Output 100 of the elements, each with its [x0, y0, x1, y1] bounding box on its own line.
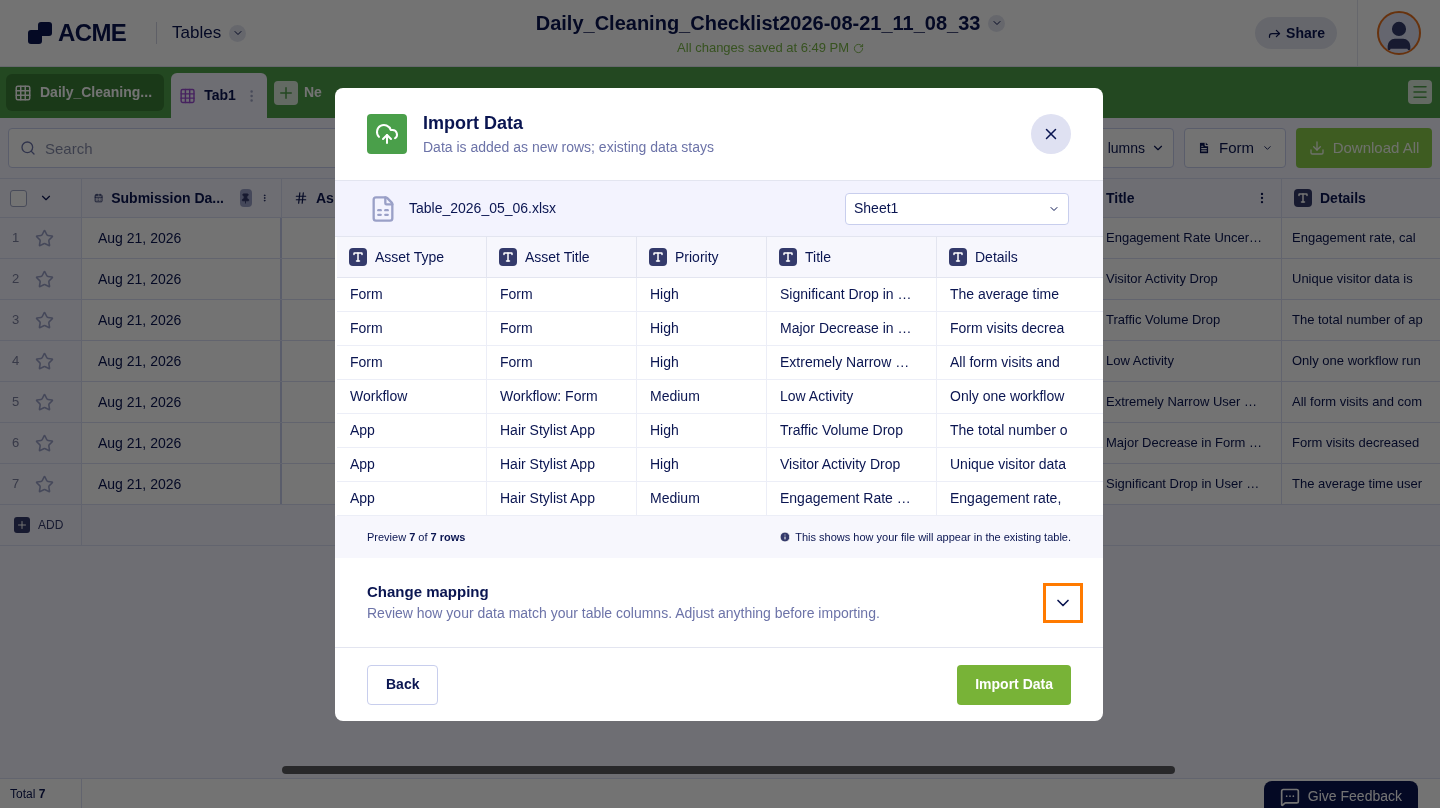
table-cell-text: Traffic Volume Drop	[780, 421, 903, 440]
text-type-icon	[649, 248, 667, 266]
star-icon[interactable]	[35, 269, 55, 289]
sheet-select[interactable]: Sheet1	[845, 192, 1069, 225]
column-header: Details	[937, 237, 1103, 277]
table-cell-text: Low Activity	[780, 387, 854, 406]
column-header[interactable]: Details	[1282, 179, 1440, 217]
save-status: All changes saved at 6:49 PM	[677, 39, 850, 58]
form-button[interactable]: Form	[1184, 128, 1286, 168]
table-cell-text: The average time	[950, 285, 1059, 304]
column-header[interactable]: Submission Da...	[82, 179, 282, 217]
grid-icon	[14, 83, 32, 102]
table-cell-text: Aug 21, 2026	[98, 351, 182, 371]
column-header: Title	[767, 237, 937, 277]
chevron-down-icon[interactable]	[988, 14, 1006, 32]
pin-icon[interactable]	[240, 189, 252, 207]
table-cell-text: Aug 21, 2026	[98, 392, 182, 412]
table-cell-text: High	[650, 319, 679, 338]
menu-icon[interactable]	[1408, 80, 1432, 104]
close-button[interactable]	[1031, 114, 1071, 154]
table-cell-text: Workflow: Form	[500, 387, 598, 406]
table-cell-text: Aug 21, 2026	[98, 269, 182, 289]
tab[interactable]: Tab1	[171, 73, 267, 118]
import-data-button[interactable]: Import Data	[957, 664, 1071, 705]
table-cell-text: Engagement Rate …	[780, 489, 911, 508]
table-cell-text: Hair Stylist App	[500, 489, 595, 508]
table-cell-text: Hair Stylist App	[500, 455, 595, 474]
star-icon[interactable]	[35, 228, 55, 248]
share-button[interactable]: Share	[1255, 17, 1337, 49]
table-cell-text: Extremely Narrow User …	[1106, 393, 1257, 412]
table-cell-text: App	[350, 489, 375, 508]
table-cell-text: Workflow	[350, 387, 408, 406]
section-title: Change mapping	[367, 581, 490, 602]
select-all-checkbox[interactable]	[10, 189, 27, 207]
table-cell-text: Major Decrease in …	[780, 319, 912, 338]
table-cell-text: Medium	[650, 489, 700, 508]
star-icon[interactable]	[35, 392, 55, 412]
table-cell-text: Visitor Activity Drop	[1106, 270, 1218, 289]
table-cell-text: Extremely Narrow …	[780, 353, 910, 372]
table-cell-text: Aug 21, 2026	[98, 310, 182, 330]
download-icon	[1308, 140, 1325, 156]
new-tab-label[interactable]: Ne	[304, 82, 322, 103]
table-cell-text: Hair Stylist App	[500, 421, 595, 440]
scrollbar[interactable]	[282, 766, 1175, 774]
logo-icon	[28, 20, 54, 46]
star-icon[interactable]	[35, 310, 55, 330]
text-type-icon	[349, 248, 367, 266]
tab[interactable]: Daily_Cleaning...	[6, 74, 164, 111]
table-cell-text: App	[350, 421, 375, 440]
app-menu[interactable]: Tables	[172, 20, 247, 46]
give-feedback-button[interactable]: Give Feedback	[1263, 780, 1418, 808]
info-note: This shows how your file will appear in the existing table.	[795, 529, 1071, 545]
cloud-upload-icon	[367, 114, 407, 154]
table-cell-text: All form visits and	[950, 353, 1060, 372]
avatar[interactable]	[1377, 11, 1421, 55]
column-header: Asset Type	[337, 237, 487, 277]
table-cell-text: Medium	[650, 387, 700, 406]
table-cell-text: Form	[350, 285, 383, 304]
table-cell-text: Form visits decreased	[1292, 434, 1420, 453]
add-row-label[interactable]: ADD	[38, 516, 64, 534]
table-cell-text: The total number o	[950, 421, 1068, 440]
file-name: Table_2026_05_06.xlsx	[409, 199, 558, 218]
info-icon	[779, 531, 792, 543]
section-description: Review how your data match your table columns. Adjust anything before importing.	[367, 604, 881, 624]
table-cell-text: Form	[350, 353, 383, 372]
table-cell-text: Unique visitor data is	[1292, 270, 1413, 289]
table-cell-text: Form visits decrea	[950, 319, 1065, 338]
document-title: Daily_Cleaning_Checklist2026-08-21_11_08_33	[535, 11, 981, 37]
star-icon[interactable]	[35, 351, 55, 371]
table-cell-text: Form	[500, 285, 533, 304]
table-cell-text: Significant Drop in User …	[1106, 475, 1260, 494]
number-type-icon	[294, 191, 308, 205]
text-type-icon	[779, 248, 797, 266]
column-header: Priority	[637, 237, 767, 277]
table-cell-text: Aug 21, 2026	[98, 433, 182, 453]
back-button[interactable]: Back	[367, 664, 439, 705]
table-cell-text: All form visits and com	[1292, 393, 1423, 412]
table-cell-text: Unique visitor data	[950, 455, 1066, 474]
add-tab-icon[interactable]	[274, 80, 298, 105]
table-cell-text: High	[650, 353, 679, 372]
text-type-icon	[499, 248, 517, 266]
grid-icon	[179, 86, 197, 105]
expand-toggle[interactable]	[1043, 582, 1083, 623]
add-icon[interactable]	[14, 517, 30, 533]
table-cell-text: Form	[500, 319, 533, 338]
logo-text: ACME	[58, 18, 127, 48]
table-cell-text: Engagement rate,	[950, 489, 1062, 508]
table-cell-text: The average time user	[1292, 475, 1423, 494]
table-cell-text: Low Activity	[1106, 352, 1174, 371]
table-cell-text: Engagement Rate Uncer…	[1106, 229, 1263, 248]
star-icon[interactable]	[35, 433, 55, 453]
table-cell-text: Visitor Activity Drop	[780, 455, 901, 474]
star-icon[interactable]	[35, 474, 55, 494]
table-cell-text: Only one workflow run	[1292, 352, 1421, 371]
chevron-down-icon	[229, 24, 247, 42]
table-cell-text: Form	[500, 353, 533, 372]
table-cell-text: High	[650, 285, 679, 304]
table-cell-text: High	[650, 455, 679, 474]
table-cell-text: The total number of ap	[1292, 311, 1423, 330]
table-cell-text: App	[350, 455, 375, 474]
